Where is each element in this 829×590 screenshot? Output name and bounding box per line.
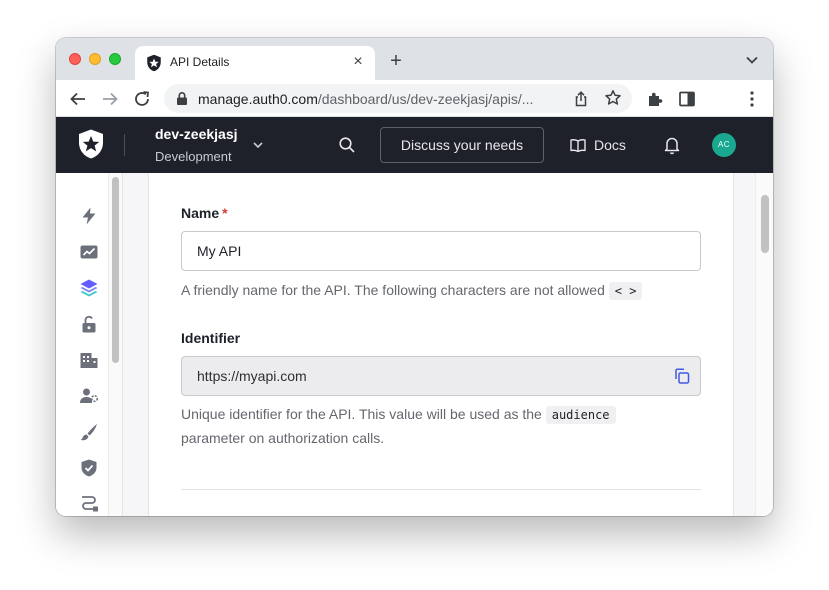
- docs-link[interactable]: Docs: [570, 135, 626, 155]
- name-input[interactable]: [181, 231, 701, 271]
- sidebar-item-organizations[interactable]: [79, 350, 99, 370]
- copy-icon[interactable]: [673, 367, 691, 385]
- browser-window: API Details × + manage.auth0.com/dashboa…: [56, 38, 773, 516]
- name-help-text: A friendly name for the API. The followi…: [181, 279, 711, 303]
- book-icon: [570, 139, 586, 152]
- identifier-help-text: Unique identifier for the API. This valu…: [181, 403, 711, 450]
- sidebar-item-authentication[interactable]: [79, 314, 99, 334]
- browser-menu-kebab-icon[interactable]: [742, 89, 762, 109]
- auth0-logo-icon[interactable]: [78, 129, 104, 159]
- tab-close-icon[interactable]: ×: [349, 53, 367, 71]
- tenant-chevron-down-icon[interactable]: [251, 138, 265, 152]
- header-divider: [124, 134, 125, 156]
- tab-strip: API Details × +: [56, 38, 773, 80]
- audience-code: audience: [545, 406, 616, 424]
- share-icon[interactable]: [572, 90, 590, 108]
- tab-api-details[interactable]: API Details ×: [135, 46, 375, 80]
- section-divider: [181, 489, 701, 490]
- lock-icon[interactable]: [175, 91, 189, 106]
- sidebar-item-branding[interactable]: [79, 422, 99, 442]
- required-indicator: *: [222, 205, 228, 221]
- user-avatar[interactable]: AC: [712, 133, 736, 157]
- sidebar: [56, 173, 123, 516]
- back-arrow-icon[interactable]: [68, 89, 88, 109]
- discuss-your-needs-button[interactable]: Discuss your needs: [380, 127, 544, 163]
- main-panel: Name* A friendly name for the API. The f…: [123, 173, 755, 516]
- sidebar-scrollbar-thumb[interactable]: [112, 177, 119, 363]
- tab-search-chevron-icon[interactable]: [745, 53, 759, 67]
- browser-toolbar: manage.auth0.com/dashboard/us/dev-zeekja…: [56, 80, 773, 117]
- url-text[interactable]: manage.auth0.com/dashboard/us/dev-zeekja…: [198, 91, 533, 107]
- side-panel-icon[interactable]: [677, 89, 697, 109]
- zoom-window-button[interactable]: [109, 53, 121, 65]
- sidebar-item-actions[interactable]: [79, 493, 99, 513]
- sidebar-item-activity[interactable]: [79, 242, 99, 262]
- new-tab-button[interactable]: +: [386, 51, 406, 71]
- notifications-bell-icon[interactable]: [663, 135, 681, 155]
- extensions-puzzle-icon[interactable]: [645, 89, 665, 109]
- bookmark-star-icon[interactable]: [604, 89, 622, 107]
- close-window-button[interactable]: [69, 53, 81, 65]
- docs-label: Docs: [594, 137, 626, 153]
- disallowed-chars-code: < >: [608, 282, 643, 300]
- tenant-name[interactable]: dev-zeekjasj: [155, 126, 238, 142]
- sidebar-item-security[interactable]: [79, 458, 99, 478]
- search-icon[interactable]: [338, 136, 356, 154]
- name-field-label: Name *: [181, 205, 228, 221]
- forward-arrow-icon[interactable]: [100, 89, 120, 109]
- content-area: Name* A friendly name for the API. The f…: [56, 173, 773, 516]
- minimize-window-button[interactable]: [89, 53, 101, 65]
- sidebar-item-applications[interactable]: [79, 278, 99, 298]
- identifier-field-label: Identifier: [181, 330, 241, 346]
- sidebar-item-user-management[interactable]: [79, 386, 99, 406]
- main-scrollbar-thumb[interactable]: [761, 195, 769, 253]
- reload-icon[interactable]: [132, 89, 152, 109]
- api-settings-card: Name* A friendly name for the API. The f…: [148, 173, 734, 516]
- auth0-favicon-icon: [147, 54, 161, 72]
- tenant-environment[interactable]: Development: [155, 149, 232, 164]
- identifier-input[interactable]: [181, 356, 701, 396]
- address-bar[interactable]: manage.auth0.com/dashboard/us/dev-zeekja…: [164, 84, 632, 113]
- sidebar-item-getting-started[interactable]: [79, 206, 99, 226]
- app-header: dev-zeekjasj Development Discuss your ne…: [56, 117, 773, 173]
- tab-title: API Details: [170, 55, 230, 69]
